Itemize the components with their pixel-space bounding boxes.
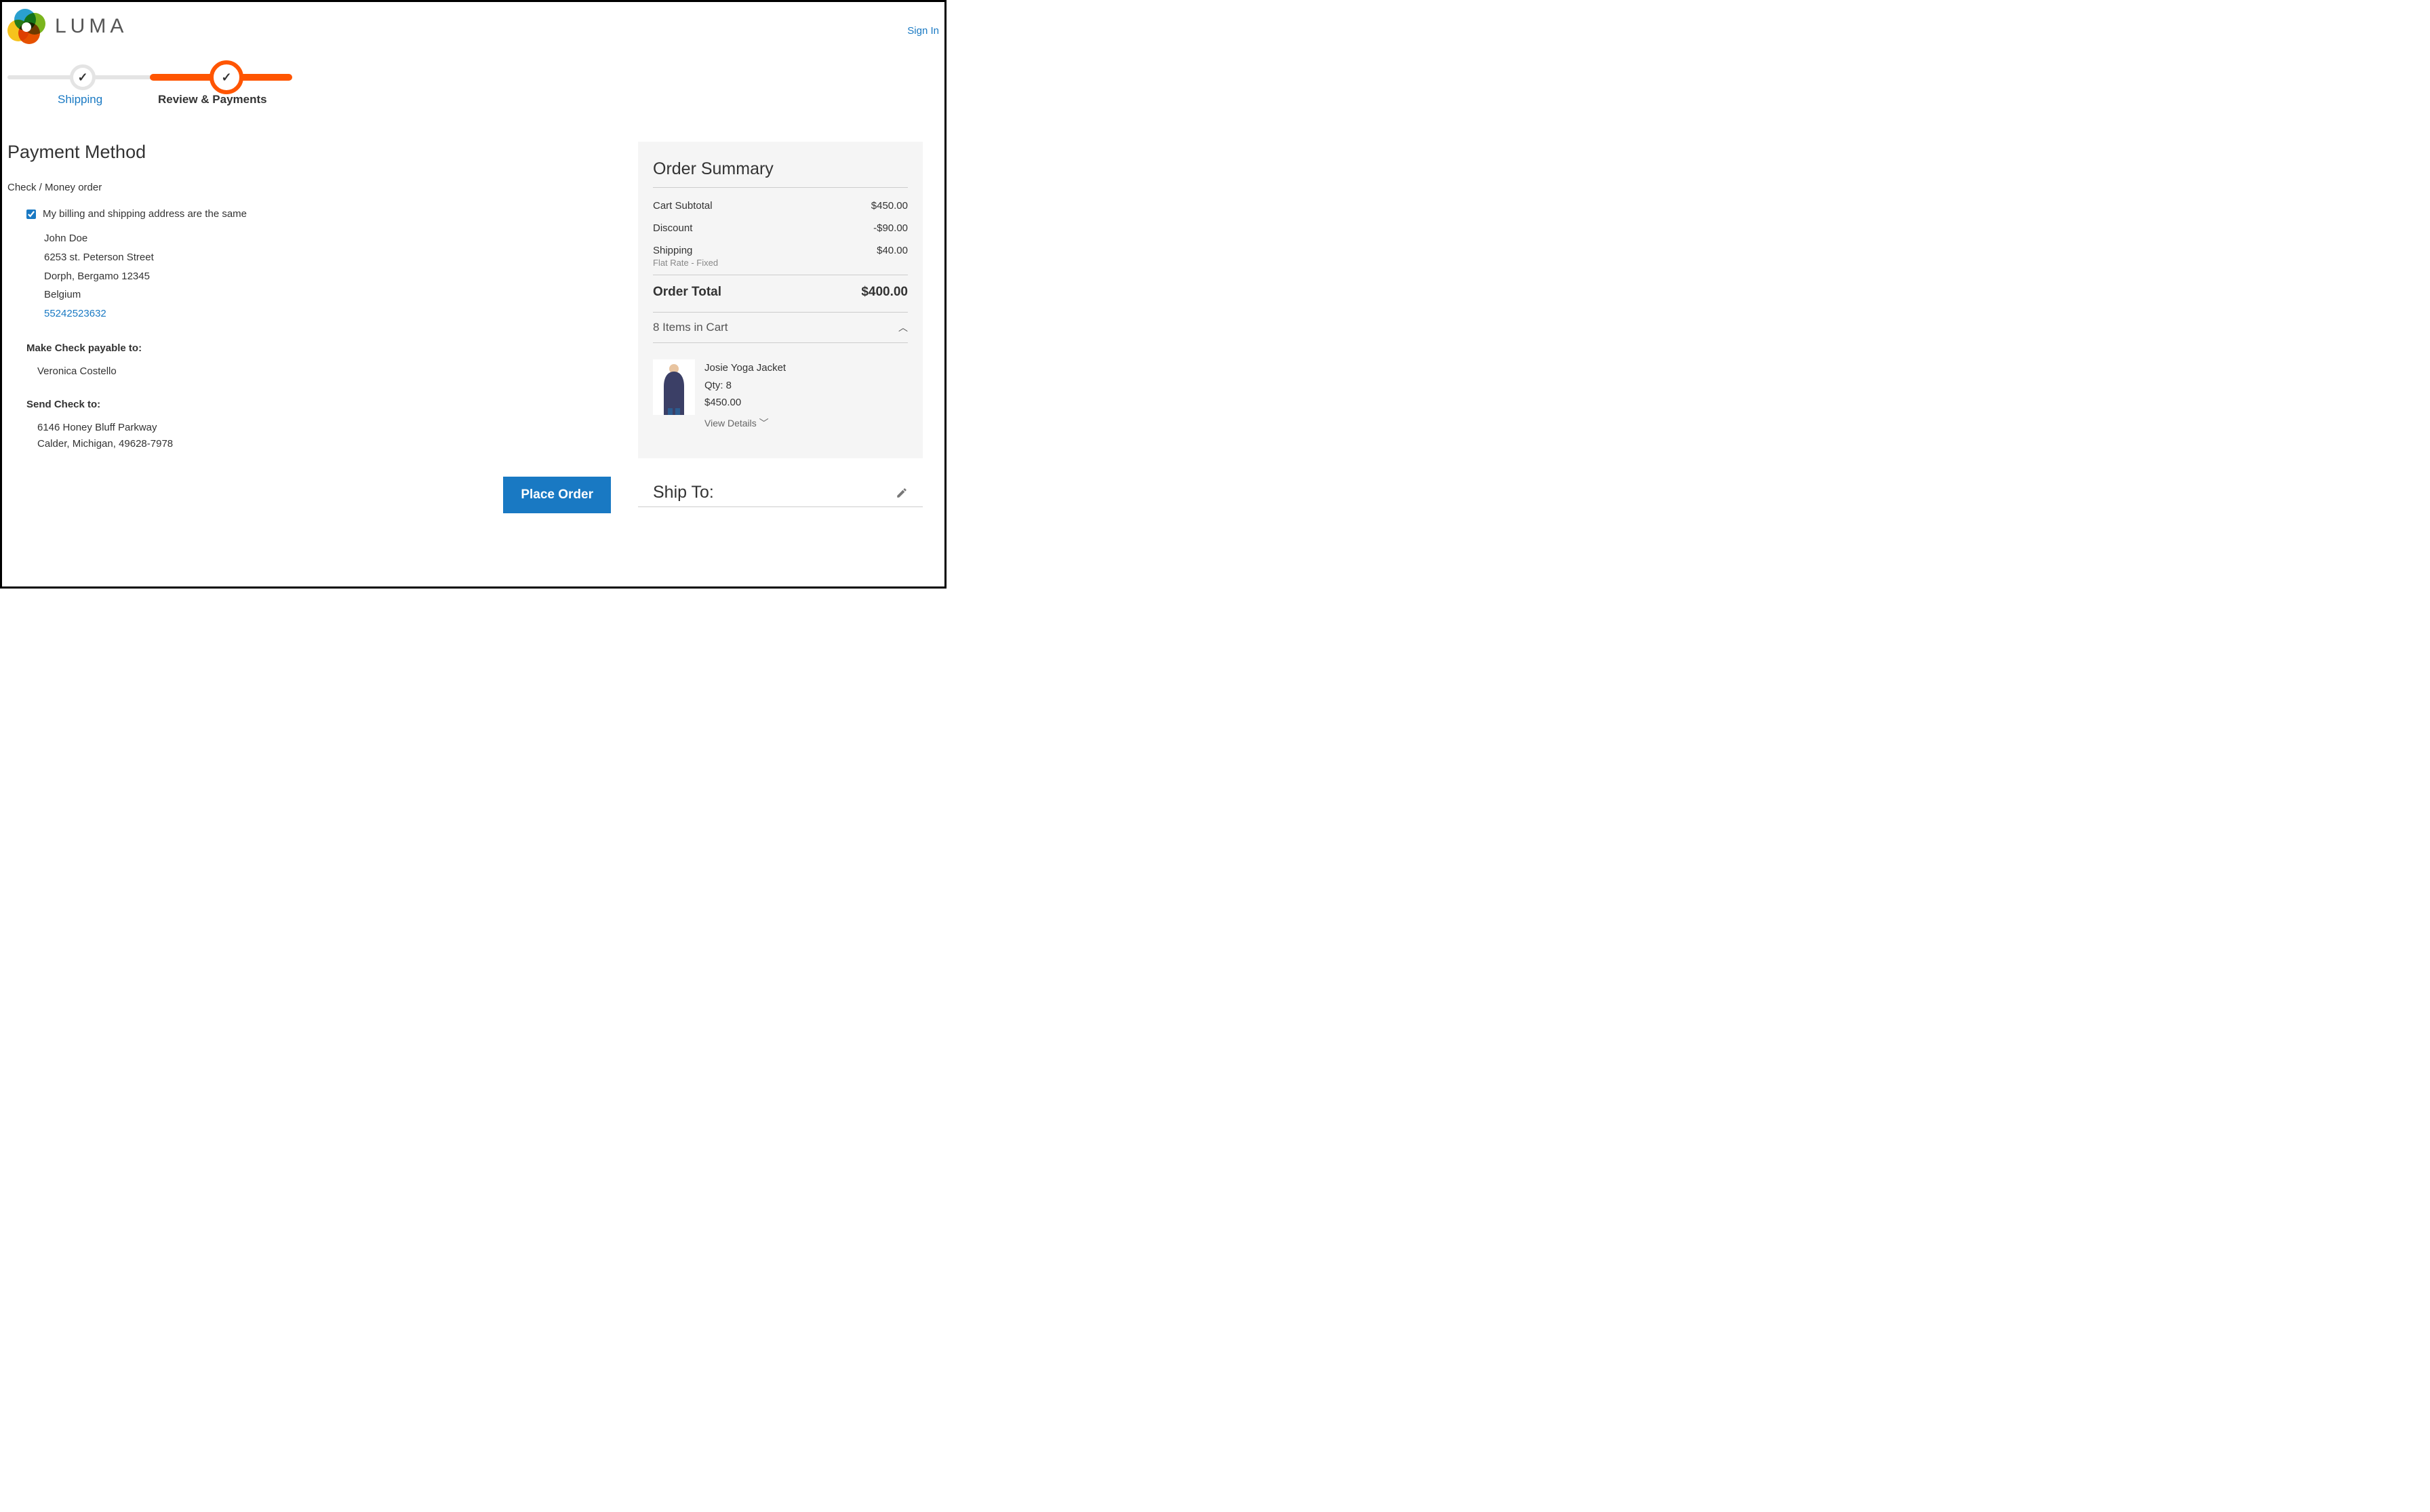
send-check-line2: Calder, Michigan, 49628-7978	[37, 436, 611, 452]
order-summary-title: Order Summary	[653, 159, 908, 188]
check-icon: ✓	[77, 71, 87, 85]
check-icon: ✓	[221, 71, 231, 85]
billing-address: John Doe 6253 st. Peterson Street Dorph,…	[44, 229, 611, 323]
step-shipping-label[interactable]: Shipping	[58, 93, 102, 106]
subtotal-label: Cart Subtotal	[653, 200, 713, 212]
step-review-label: Review & Payments	[158, 93, 267, 106]
subtotal-value: $450.00	[871, 200, 908, 212]
same-address-checkbox[interactable]	[26, 210, 36, 219]
order-total-label: Order Total	[653, 285, 721, 300]
cart-item-name[interactable]: Josie Yoga Jacket	[704, 359, 786, 377]
cart-item: Josie Yoga Jacket Qty: 8 $450.00 View De…	[653, 359, 908, 431]
brand-name: LUMA	[55, 15, 127, 38]
product-thumbnail[interactable]	[653, 359, 695, 415]
payment-method-title: Payment Method	[7, 142, 611, 163]
view-details-toggle[interactable]: View Details ﹀	[704, 416, 786, 432]
checkout-progress: ✓ ✓ Shipping Review & Payments	[7, 60, 292, 115]
place-order-button[interactable]: Place Order	[503, 477, 611, 513]
order-total-value: $400.00	[861, 285, 908, 300]
shipping-note: Flat Rate - Fixed	[653, 258, 908, 275]
discount-value: -$90.00	[873, 222, 908, 234]
address-name: John Doe	[44, 229, 611, 248]
cart-item-price: $450.00	[704, 394, 786, 412]
same-address-label: My billing and shipping address are the …	[43, 208, 247, 220]
send-check-to-label: Send Check to:	[26, 399, 611, 410]
chevron-up-icon: ︿	[898, 321, 908, 334]
edit-icon[interactable]	[896, 487, 908, 499]
cart-item-qty: Qty: 8	[704, 377, 786, 395]
step-review-node[interactable]: ✓	[210, 60, 243, 94]
view-details-label: View Details	[704, 418, 757, 429]
address-street: 6253 st. Peterson Street	[44, 248, 611, 267]
make-check-payable-label: Make Check payable to:	[26, 342, 611, 354]
discount-label: Discount	[653, 222, 692, 234]
sign-in-link[interactable]: Sign In	[907, 9, 939, 37]
address-country: Belgium	[44, 285, 611, 304]
step-shipping-node[interactable]: ✓	[70, 64, 96, 90]
shipping-label: Shipping	[653, 245, 692, 256]
shipping-value: $40.00	[877, 245, 908, 256]
address-city: Dorph, Bergamo 12345	[44, 267, 611, 286]
order-summary: Order Summary Cart Subtotal $450.00 Disc…	[638, 142, 923, 458]
brand-logo[interactable]: LUMA	[7, 9, 127, 44]
ship-to-title: Ship To:	[653, 483, 714, 502]
items-in-cart-label: 8 Items in Cart	[653, 321, 728, 334]
items-in-cart-toggle[interactable]: 8 Items in Cart ︿	[653, 312, 908, 343]
chevron-down-icon: ﹀	[759, 418, 769, 429]
logo-icon	[7, 9, 45, 44]
make-check-payable-value: Veronica Costello	[37, 363, 611, 380]
send-check-line1: 6146 Honey Bluff Parkway	[37, 420, 611, 436]
address-phone[interactable]: 55242523632	[44, 304, 611, 323]
payment-method-value: Check / Money order	[7, 182, 611, 193]
